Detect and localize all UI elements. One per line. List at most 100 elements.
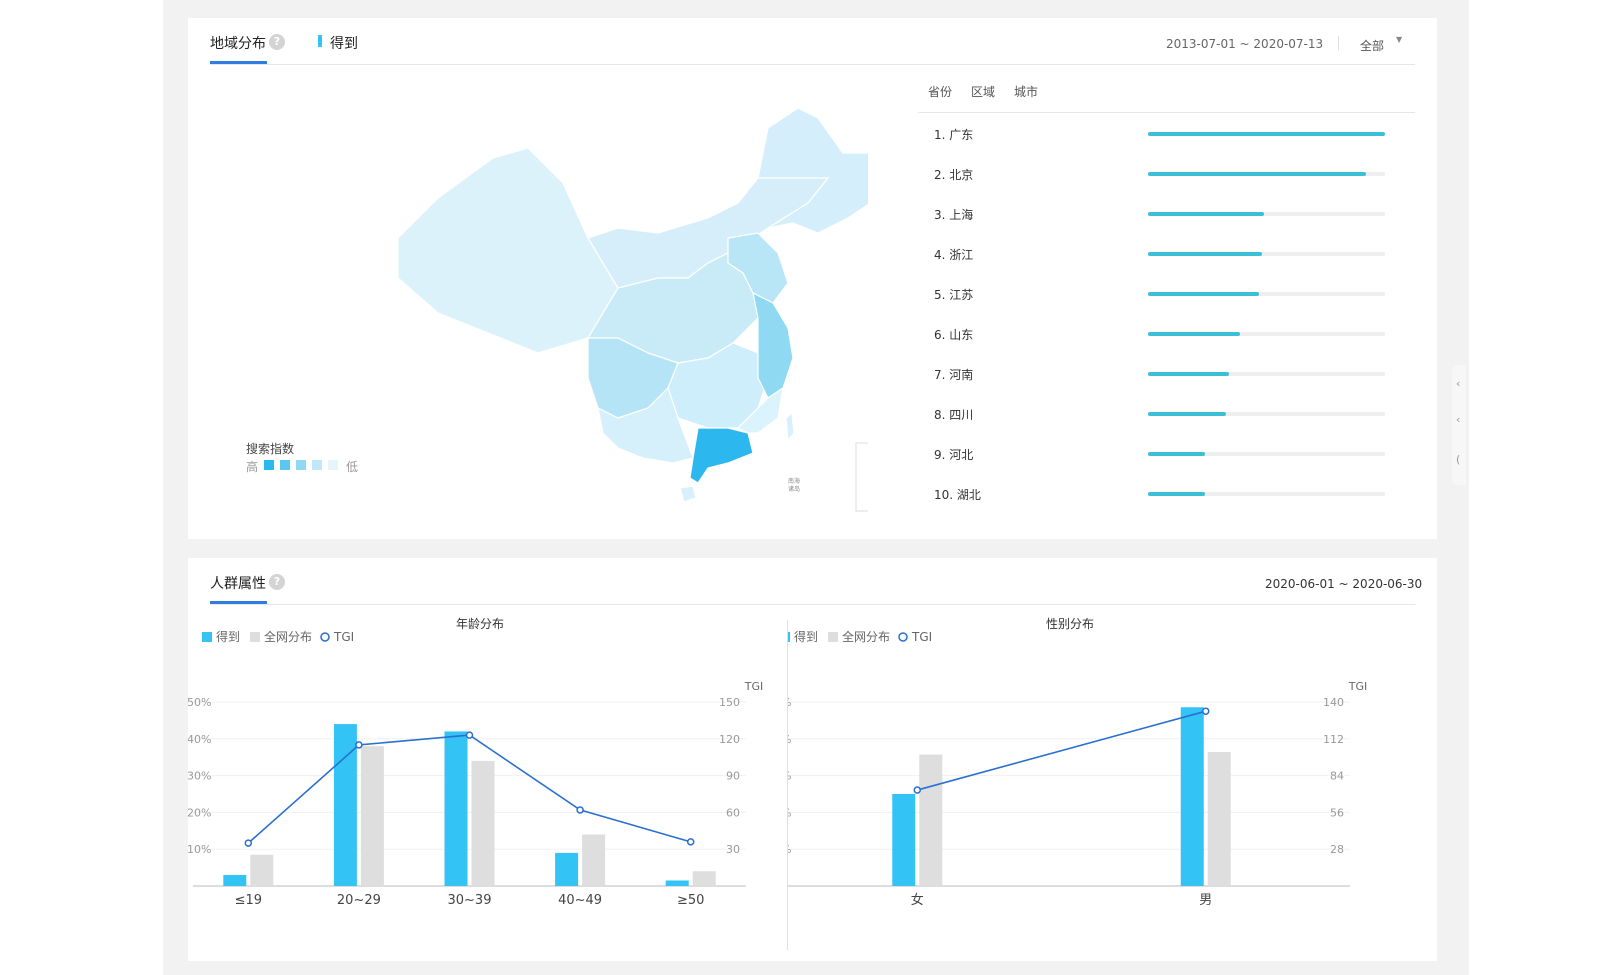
- x-tick-label: ≥50: [677, 893, 704, 908]
- tgi-point: [686, 838, 695, 846]
- ranking-item-label: 1. 广东: [934, 128, 974, 142]
- tgi-line: [917, 710, 1206, 791]
- y2-tick-label: 120: [719, 733, 740, 746]
- chevron-left-icon[interactable]: ‹: [1456, 413, 1460, 426]
- map-region-guangdong: [689, 427, 754, 484]
- tab-audience-attributes[interactable]: 人群属性: [210, 573, 266, 593]
- ranking-item-label: 7. 河南: [934, 368, 974, 382]
- map-region-west: [397, 147, 619, 354]
- header-divider: [210, 64, 1415, 65]
- y-tick-label: 42%: [788, 770, 791, 783]
- keyword-color-marker: [318, 35, 322, 47]
- ranking-item-label: 3. 上海: [934, 208, 974, 222]
- subtab-city[interactable]: 城市: [1014, 83, 1038, 100]
- side-panel-handle[interactable]: ‹ ‹ (: [1452, 365, 1466, 485]
- south-china-sea-inset: [855, 442, 868, 512]
- ranking-bar-track: [1148, 372, 1385, 376]
- bar-primary: [555, 852, 579, 886]
- map-region-taiwan: [785, 411, 795, 442]
- bar-all-net: [1207, 751, 1231, 886]
- bar-all-net: [471, 760, 495, 886]
- y2-tick-label: 140: [1323, 696, 1344, 709]
- bracket-icon[interactable]: (: [1456, 453, 1460, 466]
- ranking-bar-track: [1148, 252, 1385, 256]
- bar-all-net: [692, 871, 716, 886]
- chart-title: 性别分布: [1046, 617, 1094, 631]
- y-tick-label: 10%: [188, 843, 211, 856]
- gender-distribution-chart: 性别分布得到 全网分布 TGI TGI 14% 28 28% 56 42% 84 56% 112 70%…: [788, 617, 1368, 908]
- bar-primary: [892, 794, 916, 886]
- ranking-item-label: 6. 山东: [934, 328, 974, 342]
- help-icon[interactable]: ?: [269, 574, 285, 590]
- legend-label: 得到: [216, 629, 240, 644]
- china-map[interactable]: [288, 88, 868, 528]
- legend-label: 全网分布: [264, 629, 312, 644]
- ranking-item-label: 8. 四川: [934, 408, 974, 422]
- ranking-item-label: 2. 北京: [934, 168, 974, 182]
- tgi-point: [913, 786, 921, 794]
- map-legend-high: 高: [246, 460, 259, 474]
- y-tick-label: 14%: [788, 843, 791, 856]
- bar-primary: [333, 724, 357, 886]
- x-tick-label: 30~39: [448, 893, 492, 908]
- ranking-item-label: 10. 湖北: [934, 488, 981, 502]
- date-range[interactable]: 2013-07-01 ~ 2020-07-13: [1166, 37, 1323, 51]
- y2-tick-label: 30: [726, 843, 740, 856]
- map-region-hainan: [679, 485, 697, 503]
- help-icon[interactable]: ?: [269, 34, 285, 50]
- ranking-bar-track: [1148, 292, 1385, 296]
- subtab-area[interactable]: 区域: [971, 83, 995, 100]
- ranking-bar-fill: [1148, 412, 1227, 416]
- ranking-bar-fill: [1148, 492, 1205, 496]
- legend-swatch: [898, 632, 908, 642]
- map-legend-swatch: [312, 460, 322, 470]
- legend-swatch: [202, 632, 212, 642]
- subtab-province[interactable]: 省份: [928, 83, 952, 100]
- chevron-down-icon[interactable]: ▼: [1396, 35, 1402, 44]
- keyword-label: 得到: [330, 36, 358, 52]
- legend-swatch: [320, 632, 330, 642]
- y2-tick-label: 112: [1323, 733, 1344, 746]
- tgi-line: [247, 734, 691, 844]
- ranking-bar-fill: [1148, 252, 1262, 256]
- y2-axis-label: TGI: [1348, 680, 1368, 693]
- legend-label: TGI: [333, 630, 354, 644]
- age-distribution-chart: 年龄分布得到 全网分布 TGI TGI 10% 30 20% 60 30% 90 40% 120 50%…: [188, 617, 763, 908]
- tab-region-distribution[interactable]: 地域分布: [210, 33, 266, 53]
- y2-tick-label: 84: [1330, 770, 1344, 783]
- ranking-item-label: 5. 江苏: [934, 288, 974, 302]
- x-tick-label: 20~29: [337, 893, 381, 908]
- ranking-bar-fill: [1148, 452, 1205, 456]
- y2-tick-label: 90: [726, 770, 740, 783]
- x-tick-label: 40~49: [558, 893, 602, 908]
- tgi-point: [355, 741, 363, 749]
- ranking-bar-track: [1148, 132, 1385, 136]
- bar-all-net: [250, 854, 274, 886]
- chevron-left-icon[interactable]: ‹: [1456, 377, 1460, 390]
- header-divider: [210, 604, 1415, 605]
- legend-label: 得到: [794, 629, 818, 644]
- y-tick-label: 56%: [788, 733, 791, 746]
- header-separator: [1338, 36, 1339, 50]
- date-range[interactable]: 2020-06-01 ~ 2020-06-30: [1265, 577, 1422, 591]
- y2-tick-label: 150: [719, 696, 740, 709]
- region-card: 地域分布 ? 得到 2013-07-01 ~ 2020-07-13 全部 ▼ 南…: [188, 18, 1437, 539]
- bar-all-net: [360, 746, 384, 886]
- y-tick-label: 40%: [188, 733, 211, 746]
- chart-title: 年龄分布: [456, 617, 504, 631]
- tgi-point: [465, 731, 474, 739]
- ranking-item-label: 9. 河北: [934, 448, 974, 462]
- ranking-divider: [918, 112, 1415, 113]
- y2-tick-label: 28: [1330, 843, 1344, 856]
- ranking-bar-track: [1148, 332, 1385, 336]
- scope-select[interactable]: 全部: [1360, 37, 1384, 54]
- tgi-point: [244, 839, 253, 847]
- legend-swatch: [250, 632, 260, 642]
- ranking-bar-track: [1148, 172, 1385, 176]
- map-legend-swatch: [296, 460, 306, 470]
- legend-label: 全网分布: [842, 629, 890, 644]
- y-tick-label: 50%: [188, 696, 211, 709]
- bar-primary: [1180, 707, 1204, 886]
- map-legend-swatch: [328, 460, 338, 470]
- map-legend-swatch: [264, 460, 274, 470]
